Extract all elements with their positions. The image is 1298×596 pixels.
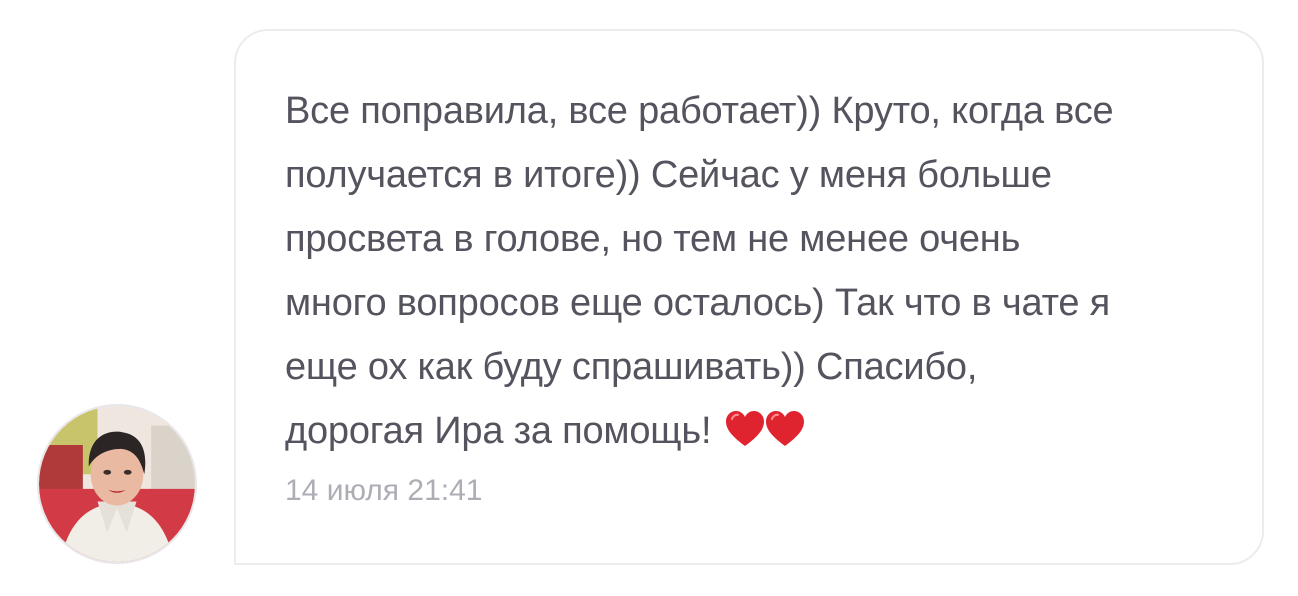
heart-icon <box>724 409 766 449</box>
message-line: получается в итоге)) Сейчас у меня больш… <box>285 154 1052 196</box>
heart-icon <box>764 409 806 449</box>
message-last-line: дорогая Ира за помощь! <box>285 399 1245 463</box>
message-timestamp: 14 июля 21:41 <box>285 474 483 507</box>
message-text: Все поправила, все работает)) Круто, ког… <box>285 79 1245 463</box>
chat-message-row: Все поправила, все работает)) Круто, ког… <box>0 0 1298 596</box>
message-bubble: Все поправила, все работает)) Круто, ког… <box>234 29 1264 565</box>
message-line: просвета в голове, но тем не менее очень <box>285 218 1021 260</box>
message-line: дорогая Ира за помощь! <box>285 410 712 452</box>
message-line: еще ох как буду спрашивать)) Спасибо, <box>285 346 978 388</box>
avatar-photo <box>39 406 195 562</box>
message-line: Все поправила, все работает)) Круто, ког… <box>285 90 1114 132</box>
sender-avatar[interactable] <box>37 404 197 564</box>
message-line: много вопросов еще осталось) Так что в ч… <box>285 282 1111 324</box>
